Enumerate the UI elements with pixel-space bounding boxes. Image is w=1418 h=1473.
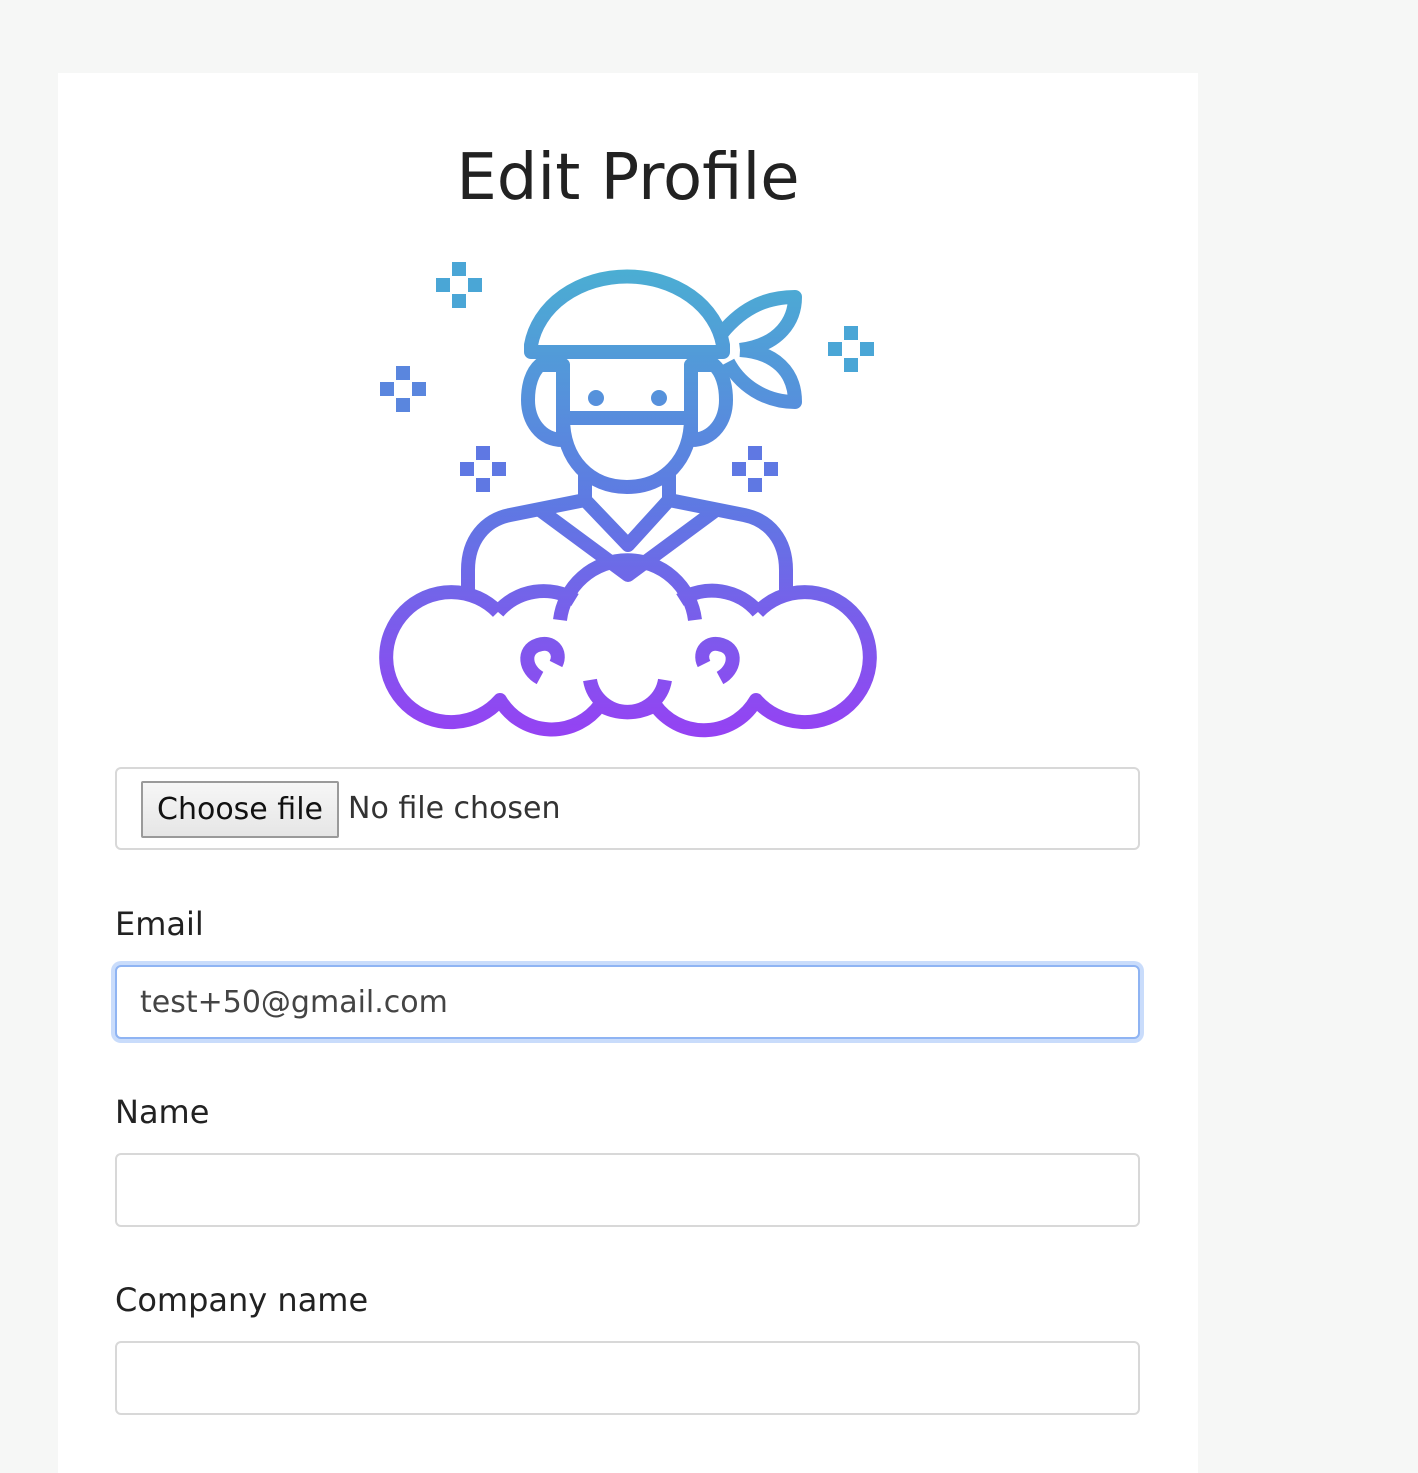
name-field[interactable] <box>115 1153 1140 1227</box>
email-label: Email <box>115 905 204 943</box>
ninja-icon <box>379 262 877 738</box>
file-status-text: No file chosen <box>348 791 561 826</box>
choose-file-button[interactable]: Choose file <box>141 781 339 838</box>
avatar-file-input[interactable]: Choose file No file chosen <box>115 767 1140 850</box>
company-name-field[interactable] <box>115 1341 1140 1415</box>
email-field[interactable] <box>115 965 1140 1039</box>
page-title: Edit Profile <box>456 141 800 215</box>
company-name-label: Company name <box>115 1281 369 1319</box>
avatar[interactable] <box>370 250 890 765</box>
name-label: Name <box>115 1093 210 1131</box>
